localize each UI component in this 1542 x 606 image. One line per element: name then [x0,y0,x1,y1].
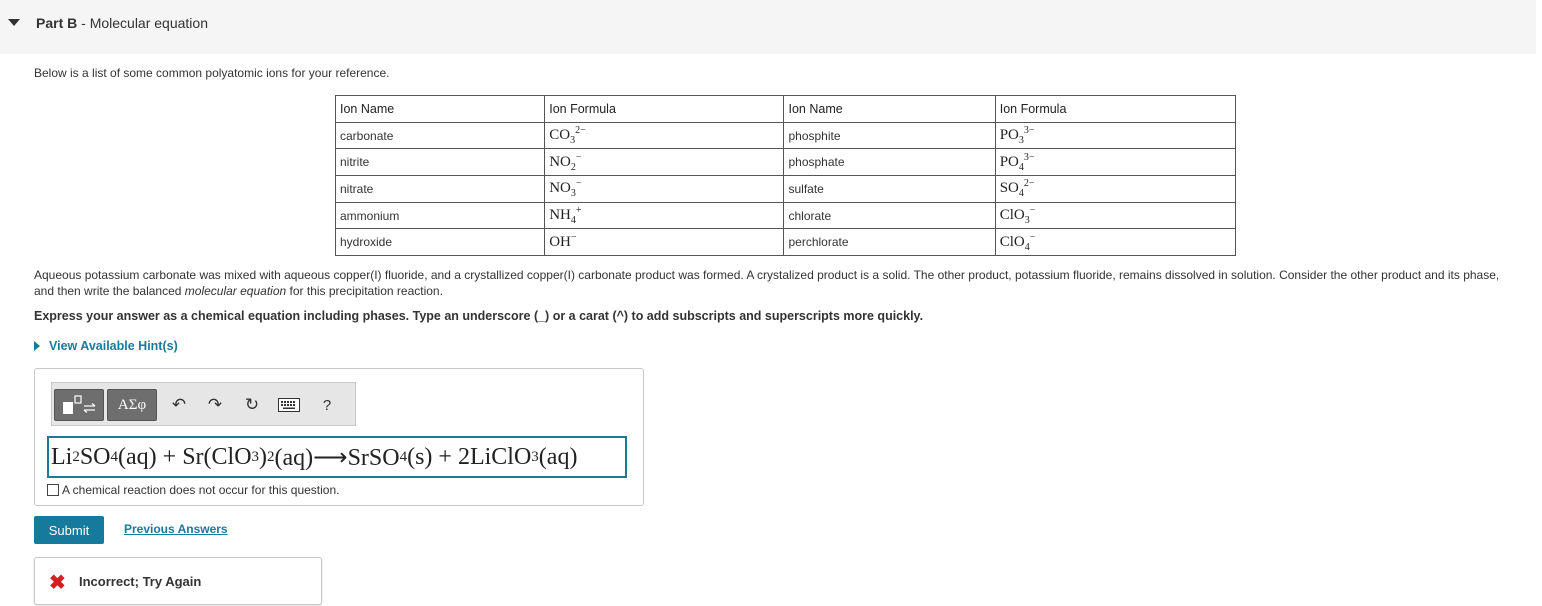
table-row: nitrate NO3− sulfate SO42− [334,175,1237,203]
view-hints-link[interactable]: View Available Hint(s) [34,339,178,353]
answer-input[interactable]: Li 2 SO 4 (aq) + Sr(ClO 3 ) 2 (aq)⟶SrSO 4 (s)… [47,436,627,478]
hint-label: View Available Hint(s) [49,339,178,353]
ion-name: perchlorate [783,228,996,257]
intro-text: Below is a list of some common polyatomi… [34,66,390,80]
incorrect-icon: ✖ [49,572,66,594]
problem-description: Aqueous potassium carbonate was mixed wi… [34,268,1500,298]
ion-formula: OH− [544,228,785,257]
reset-icon[interactable]: ↻ [239,389,265,421]
ion-formula: NH4+ [544,201,785,230]
ion-formula: NO2− [544,148,785,177]
no-reaction-checkbox[interactable] [47,484,59,496]
answer-box: ΑΣφ ↶ ↷ ↻ ? Li 2 SO 4 (aq) + Sr(ClO 3 ) 2 (a… [34,368,644,506]
table-header-row: Ion Name Ion Formula Ion Name Ion Formul… [334,95,1237,123]
greek-symbols-button[interactable]: ΑΣφ [107,389,157,421]
ion-formula: SO42− [994,175,1237,203]
column-header: Ion Formula [994,95,1237,123]
ion-formula: ClO3− [994,201,1237,230]
help-button[interactable]: ? [314,389,340,421]
ion-formula: NO3− [544,175,785,203]
ion-name: nitrate [334,175,546,203]
answer-instruction: Express your answer as a chemical equati… [34,309,924,323]
table-row: nitrite NO2− phosphate PO43− [334,148,1237,177]
keyboard-icon[interactable] [276,389,302,421]
polyatomic-ions-table: Ion Name Ion Formula Ion Name Ion Formul… [334,95,1237,257]
ion-formula: ClO4− [994,228,1237,257]
ion-name: nitrite [334,148,546,177]
collapse-caret-icon[interactable] [8,19,20,26]
table-row: hydroxide OH− perchlorate ClO4− [334,228,1237,257]
no-reaction-label: A chemical reaction does not occur for t… [62,483,340,497]
ion-formula: PO33− [994,121,1237,150]
previous-answers-link[interactable]: Previous Answers [124,522,228,536]
ion-name: phosphate [783,148,996,177]
keyboard-shape [278,398,300,412]
submit-button[interactable]: Submit [34,516,104,544]
templates-button[interactable] [54,389,104,421]
table-row: carbonate CO32− phosphite PO33− [334,121,1237,150]
column-header: Ion Formula [544,95,785,123]
ion-name: ammonium [334,201,546,230]
column-header: Ion Name [783,95,996,123]
ion-name: chlorate [783,201,996,230]
table-row: ammonium NH4+ chlorate ClO3− [334,201,1237,230]
ion-formula: PO43− [994,148,1237,177]
ion-name: phosphite [783,121,996,150]
ion-name: sulfate [783,175,996,203]
template-icon [63,395,96,414]
ion-name: hydroxide [334,228,546,257]
part-title: Part B - Molecular equation [36,15,208,31]
undo-icon[interactable]: ↶ [166,389,192,421]
ion-formula: CO32− [544,121,785,150]
part-header[interactable]: Part B - Molecular equation [0,0,1536,54]
feedback-box: ✖ Incorrect; Try Again [34,557,322,605]
feedback-text: Incorrect; Try Again [79,574,202,589]
math-toolbar: ΑΣφ ↶ ↷ ↻ ? [51,382,356,426]
expand-triangle-icon [34,341,40,351]
ion-name: carbonate [334,121,546,150]
redo-icon[interactable]: ↷ [202,389,228,421]
column-header: Ion Name [334,95,546,123]
no-reaction-option[interactable]: A chemical reaction does not occur for t… [47,483,339,497]
